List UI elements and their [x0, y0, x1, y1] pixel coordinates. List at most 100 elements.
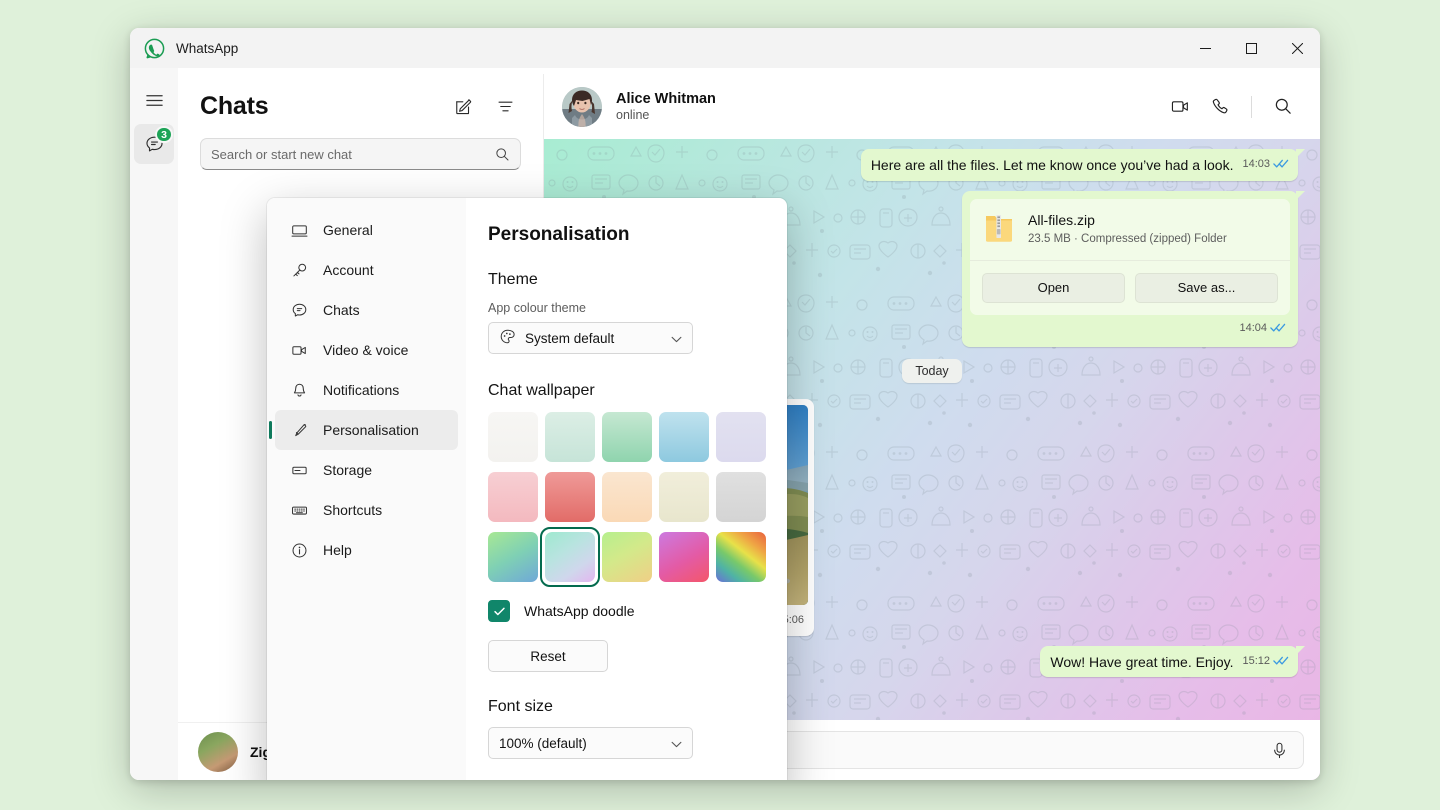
wallpaper-swatch-lavender[interactable]	[716, 412, 766, 462]
hamburger-menu-icon[interactable]	[134, 80, 174, 120]
message-bubble-outgoing[interactable]: Wow! Have great time. Enjoy. 15:12	[1040, 646, 1298, 678]
font-size-select[interactable]: 100% (default)	[488, 727, 693, 759]
message-bubble-file[interactable]: All-files.zip 23.5 MB · Compressed (zipp…	[962, 191, 1298, 347]
avatar[interactable]	[562, 87, 602, 127]
wallpaper-swatch-grey[interactable]	[716, 472, 766, 522]
chevron-down-icon	[671, 736, 682, 751]
file-subtitle: 23.5 MB · Compressed (zipped) Folder	[1028, 232, 1227, 248]
wallpaper-swatch-green[interactable]	[602, 412, 652, 462]
sidebar-item-label: General	[323, 222, 373, 238]
wallpaper-swatch-off-white[interactable]	[488, 412, 538, 462]
sidebar-item-label: Video & voice	[323, 342, 408, 358]
chat-wallpaper-section-label: Chat wallpaper	[488, 382, 761, 400]
save-as-button[interactable]: Save as...	[1135, 273, 1278, 303]
window-controls	[1182, 28, 1320, 68]
monitor-icon	[289, 222, 309, 239]
microphone-icon[interactable]	[1270, 741, 1289, 760]
peer-status: online	[616, 108, 716, 122]
search-icon[interactable]	[1266, 90, 1300, 124]
whatsapp-logo-icon	[144, 38, 165, 59]
sidebar-item-label: Storage	[323, 462, 372, 478]
desktop-background: WhatsApp	[0, 0, 1440, 810]
close-button[interactable]	[1274, 28, 1320, 68]
sidebar-item-label: Account	[323, 262, 374, 278]
wallpaper-swatch-peach[interactable]	[602, 472, 652, 522]
message-meta: 15:12	[1242, 652, 1289, 672]
wallpaper-swatch-pale-mint[interactable]	[545, 412, 595, 462]
sidebar-item-account[interactable]: Account	[275, 250, 458, 290]
whatsapp-doodle-row[interactable]: WhatsApp doodle	[488, 600, 761, 622]
message-text: Wow! Have great time. Enjoy.	[1050, 653, 1233, 672]
font-size-section-label: Font size	[488, 698, 761, 716]
sidebar-item-chats[interactable]: Chats	[275, 290, 458, 330]
bell-icon	[289, 382, 309, 399]
app-colour-theme-select[interactable]: System default	[488, 322, 693, 354]
wallpaper-swatch-blue[interactable]	[659, 412, 709, 462]
chat-list-actions	[447, 90, 521, 122]
sidebar-item-help[interactable]: Help	[275, 530, 458, 570]
message-time: 14:03	[1242, 157, 1270, 172]
whatsapp-doodle-checkbox[interactable]	[488, 600, 510, 622]
avatar	[198, 732, 238, 772]
peer-name: Alice Whitman	[616, 91, 716, 107]
sidebar-item-shortcuts[interactable]: Shortcuts	[275, 490, 458, 530]
whatsapp-doodle-label: WhatsApp doodle	[524, 603, 635, 619]
video-call-icon[interactable]	[1163, 90, 1197, 124]
read-receipt-icon	[1270, 319, 1286, 338]
palette-icon	[499, 328, 516, 348]
message-time: 14:04	[1239, 321, 1267, 336]
minimize-button[interactable]	[1182, 28, 1228, 68]
sidebar-item-general[interactable]: General	[275, 210, 458, 250]
wallpaper-swatch-pink[interactable]	[488, 472, 538, 522]
search-wrapper	[178, 128, 543, 170]
sidebar-item-video-voice[interactable]: Video & voice	[275, 330, 458, 370]
message-row: Here are all the files. Let me know once…	[566, 149, 1298, 181]
message-bubble-outgoing[interactable]: Here are all the files. Let me know once…	[861, 149, 1298, 181]
wallpaper-swatch-purple-pink[interactable]	[659, 532, 709, 582]
wallpaper-swatch-grid	[488, 412, 761, 582]
keyboard-icon	[289, 502, 309, 519]
chat-bubble-icon	[289, 302, 309, 319]
peer-meta: Alice Whitman online	[616, 91, 716, 122]
settings-heading: Personalisation	[488, 224, 761, 246]
search-icon	[495, 147, 510, 167]
read-receipt-icon	[1273, 652, 1289, 671]
storage-icon	[289, 462, 309, 479]
file-card-text: All-files.zip 23.5 MB · Compressed (zipp…	[1028, 211, 1227, 247]
app-title: WhatsApp	[176, 41, 238, 56]
wallpaper-swatch-green-blue[interactable]	[488, 532, 538, 582]
sidebar-item-storage[interactable]: Storage	[275, 450, 458, 490]
video-camera-icon	[289, 342, 309, 359]
search-input[interactable]	[211, 139, 510, 169]
wallpaper-swatch-lime-gold[interactable]	[602, 532, 652, 582]
chat-list-header: Chats	[178, 74, 543, 128]
nav-rail: 3	[130, 68, 178, 780]
info-icon	[289, 542, 309, 559]
wallpaper-swatch-rainbow[interactable]	[716, 532, 766, 582]
new-chat-icon[interactable]	[447, 90, 479, 122]
font-size-value: 100% (default)	[499, 736, 587, 751]
app-colour-theme-value: System default	[525, 331, 614, 346]
sidebar-item-notifications[interactable]: Notifications	[275, 370, 458, 410]
wallpaper-swatch-cream[interactable]	[659, 472, 709, 522]
wallpaper-swatch-red[interactable]	[545, 472, 595, 522]
sidebar-item-label: Personalisation	[323, 422, 419, 438]
filter-icon[interactable]	[489, 90, 521, 122]
sidebar-item-label: Chats	[323, 302, 360, 318]
message-meta: 14:04	[970, 315, 1290, 339]
file-name: All-files.zip	[1028, 211, 1227, 230]
rail-item-chats[interactable]: 3	[134, 124, 174, 164]
message-meta: 14:03	[1242, 155, 1289, 175]
open-button[interactable]: Open	[982, 273, 1125, 303]
maximize-button[interactable]	[1228, 28, 1274, 68]
title-bar: WhatsApp	[130, 28, 1320, 68]
reset-button[interactable]: Reset	[488, 640, 608, 672]
search-box[interactable]	[200, 138, 521, 170]
voice-call-icon[interactable]	[1203, 90, 1237, 124]
settings-content: Personalisation Theme App colour theme S…	[466, 198, 787, 780]
app-colour-theme-label: App colour theme	[488, 301, 761, 315]
sidebar-item-label: Help	[323, 542, 352, 558]
sidebar-item-personalisation[interactable]: Personalisation	[275, 410, 458, 450]
wallpaper-swatch-mint-lavender[interactable]	[545, 532, 595, 582]
app-branding: WhatsApp	[130, 38, 238, 59]
